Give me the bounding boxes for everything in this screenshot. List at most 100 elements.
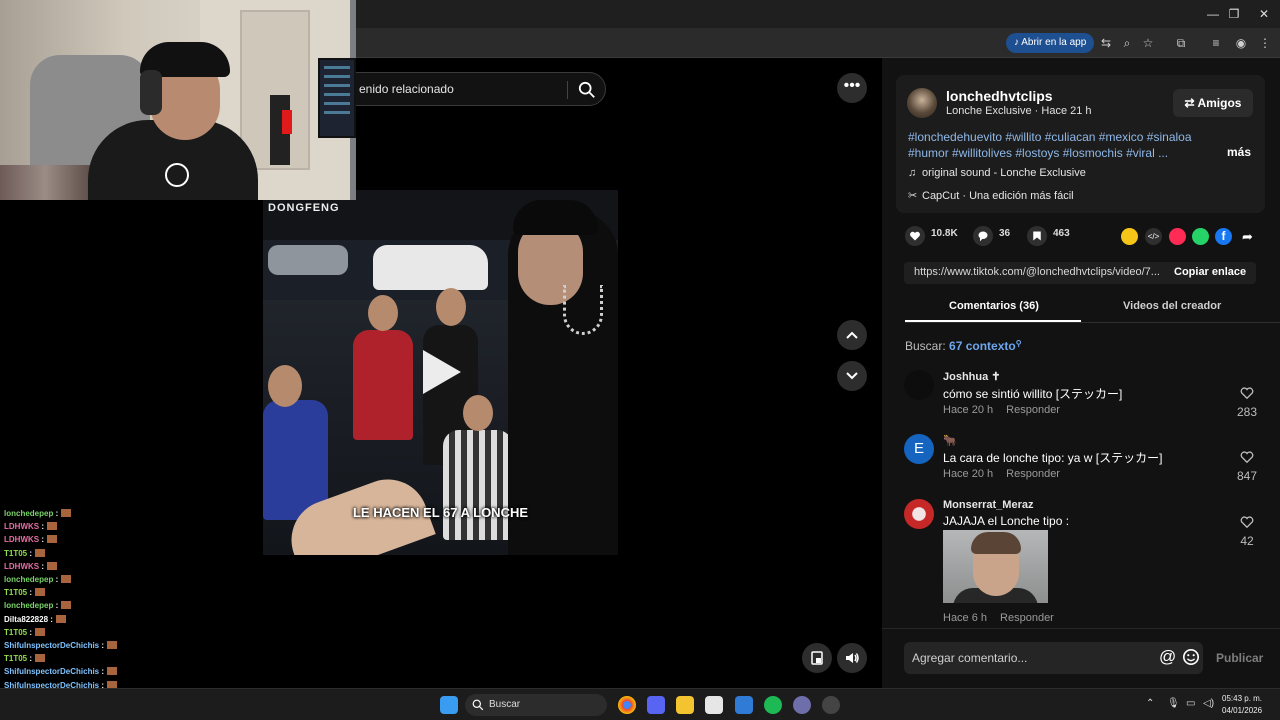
video-child-face — [436, 288, 466, 326]
chat-username[interactable]: LDHWKS — [4, 562, 39, 571]
comment-like-button[interactable]: 847 — [1234, 450, 1260, 483]
save-button[interactable] — [1027, 226, 1047, 246]
close-icon[interactable]: ✕ — [1249, 4, 1279, 24]
microphone-icon[interactable]: 🎙 — [1167, 698, 1180, 709]
tab-comments[interactable]: Comentarios (36) — [949, 300, 1039, 312]
author-subtitle: Lonche Exclusive · Hace 21 h — [946, 105, 1092, 117]
chat-message: lonchedepep : — [4, 575, 72, 584]
share-arrow-icon[interactable]: ➦ — [1239, 228, 1256, 245]
media-icon[interactable]: ≡ — [1207, 34, 1225, 52]
extensions-icon[interactable]: ⧉ — [1172, 34, 1190, 52]
copy-link-button[interactable]: Copiar enlace — [1174, 266, 1246, 278]
chat-username[interactable]: lonchedepep — [4, 509, 53, 518]
related-search[interactable]: Buscar: 67 contexto⚲ — [905, 339, 1022, 353]
capcut-link[interactable]: ✂ CapCut · Una edición más fácil — [908, 189, 1074, 202]
reply-button[interactable]: Responder — [1006, 468, 1060, 480]
network-icon[interactable]: ▭ — [1186, 698, 1195, 709]
chat-emote-icon — [35, 588, 46, 597]
comment-avatar[interactable] — [904, 370, 934, 400]
chat-username[interactable]: T1T05 — [4, 549, 27, 558]
video-sign-text: DONGFENG — [268, 202, 340, 214]
chat-username[interactable]: LDHWKS — [4, 535, 39, 544]
comment-author[interactable]: Joshhua ✝ — [943, 370, 1001, 383]
comment-meta: Hace 20 h Responder — [943, 468, 1060, 480]
chat-username[interactable]: ShifuInspectorDeChichis — [4, 641, 99, 650]
more-options-button[interactable]: ••• — [837, 73, 867, 103]
comment-author[interactable]: 🐂 — [943, 434, 957, 447]
chat-text: : — [29, 548, 33, 558]
reply-button[interactable]: Responder — [1000, 612, 1054, 624]
file-explorer-icon[interactable] — [676, 696, 694, 714]
tab-creator-videos[interactable]: Videos del creador — [1123, 300, 1221, 312]
video-url[interactable]: https://www.tiktok.com/@lonchedhvtclips/… — [914, 266, 1169, 278]
like-button[interactable] — [905, 226, 925, 246]
taskbar-search[interactable]: Buscar — [465, 694, 607, 716]
app-icon[interactable] — [793, 696, 811, 714]
mention-icon[interactable]: @ — [1159, 647, 1176, 667]
comment-like-button[interactable]: 283 — [1234, 386, 1260, 419]
spotify-icon[interactable] — [764, 696, 782, 714]
capcut-label: CapCut · Una edición más fácil — [922, 190, 1074, 202]
chat-username[interactable]: T1T05 — [4, 628, 27, 637]
send-icon[interactable] — [1169, 228, 1186, 245]
whatsapp-icon[interactable] — [1192, 228, 1209, 245]
coin-share-icon[interactable] — [1121, 228, 1138, 245]
comment-meta: Hace 6 h Responder — [943, 612, 1054, 624]
comment-author[interactable]: Monserrat_Meraz — [943, 499, 1033, 511]
reply-button[interactable]: Responder — [1006, 404, 1060, 416]
heart-outline-icon — [1240, 516, 1254, 529]
tray-chevron-icon[interactable]: ⌃ — [1146, 698, 1154, 709]
publish-button[interactable]: Publicar — [1216, 651, 1263, 665]
chat-username[interactable]: Dilta822828 — [4, 615, 48, 624]
star-icon[interactable]: ☆ — [1139, 34, 1157, 52]
translate-icon[interactable]: ⇆ — [1097, 34, 1115, 52]
obs-icon[interactable] — [822, 696, 840, 714]
author-avatar[interactable] — [907, 88, 937, 118]
emoji-icon[interactable] — [1182, 648, 1200, 666]
miniplayer-button[interactable] — [802, 643, 832, 673]
mail-icon[interactable] — [735, 696, 753, 714]
chat-username[interactable]: T1T05 — [4, 588, 27, 597]
sound-link[interactable]: ♫ original sound - Lonche Exclusive — [908, 167, 1086, 179]
next-video-button[interactable] — [837, 361, 867, 391]
embed-icon[interactable]: </> — [1145, 228, 1162, 245]
chrome-icon[interactable] — [618, 696, 636, 714]
comment-image[interactable] — [943, 530, 1048, 603]
open-in-app-button[interactable]: ♪ Abrir en la app — [1006, 33, 1095, 53]
chat-message: LDHWKS : — [4, 522, 58, 531]
maximize-icon[interactable]: ❐ — [1219, 4, 1249, 24]
video-child — [443, 430, 513, 540]
chat-username[interactable]: T1T05 — [4, 654, 27, 663]
chat-username[interactable]: lonchedepep — [4, 575, 53, 584]
video-player[interactable]: DONGFENG LE HACEN EL 67 A LONCHE — [263, 190, 618, 555]
chat-username[interactable]: LDHWKS — [4, 522, 39, 531]
discord-icon[interactable] — [647, 696, 665, 714]
chat-emote-icon — [61, 509, 72, 517]
chat-username[interactable]: ShifuInspectorDeChichis — [4, 667, 99, 676]
clock[interactable]: 05:43 p. m. 04/01/2026 — [1222, 693, 1262, 717]
friends-button[interactable]: ⇄ Amigos — [1173, 89, 1253, 117]
volume-button[interactable] — [837, 643, 867, 673]
menu-icon[interactable]: ⋮ — [1256, 34, 1274, 52]
comment-like-button[interactable]: 42 — [1234, 515, 1260, 548]
author-name[interactable]: lonchedhvtclips — [946, 88, 1053, 104]
comment-avatar[interactable]: E — [904, 434, 934, 464]
comment-text: cómo se sintió willito [ステッカー] — [943, 387, 1123, 401]
profile-icon[interactable]: ◉ — [1232, 34, 1250, 52]
play-icon[interactable] — [423, 350, 461, 394]
volume-tray-icon[interactable]: ◁) — [1203, 698, 1214, 709]
previous-video-button[interactable] — [837, 320, 867, 350]
related-search-query[interactable]: 67 contexto — [949, 339, 1016, 353]
search-icon[interactable] — [578, 81, 596, 99]
zoom-icon[interactable]: ⌕ — [1118, 34, 1136, 52]
windows-start-icon[interactable] — [440, 696, 458, 714]
facebook-icon[interactable]: f — [1215, 228, 1232, 245]
store-icon[interactable] — [705, 696, 723, 714]
comment-button[interactable] — [973, 226, 993, 246]
chat-text: : — [101, 641, 105, 650]
more-link[interactable]: más — [1227, 145, 1251, 159]
comment-input[interactable]: Agregar comentario... @ — [904, 642, 1203, 674]
hashtags[interactable]: #lonchedehuevito #willito #culiacan #mex… — [908, 129, 1198, 161]
comment-avatar[interactable] — [904, 499, 934, 529]
chat-username[interactable]: lonchedepep — [4, 601, 53, 610]
